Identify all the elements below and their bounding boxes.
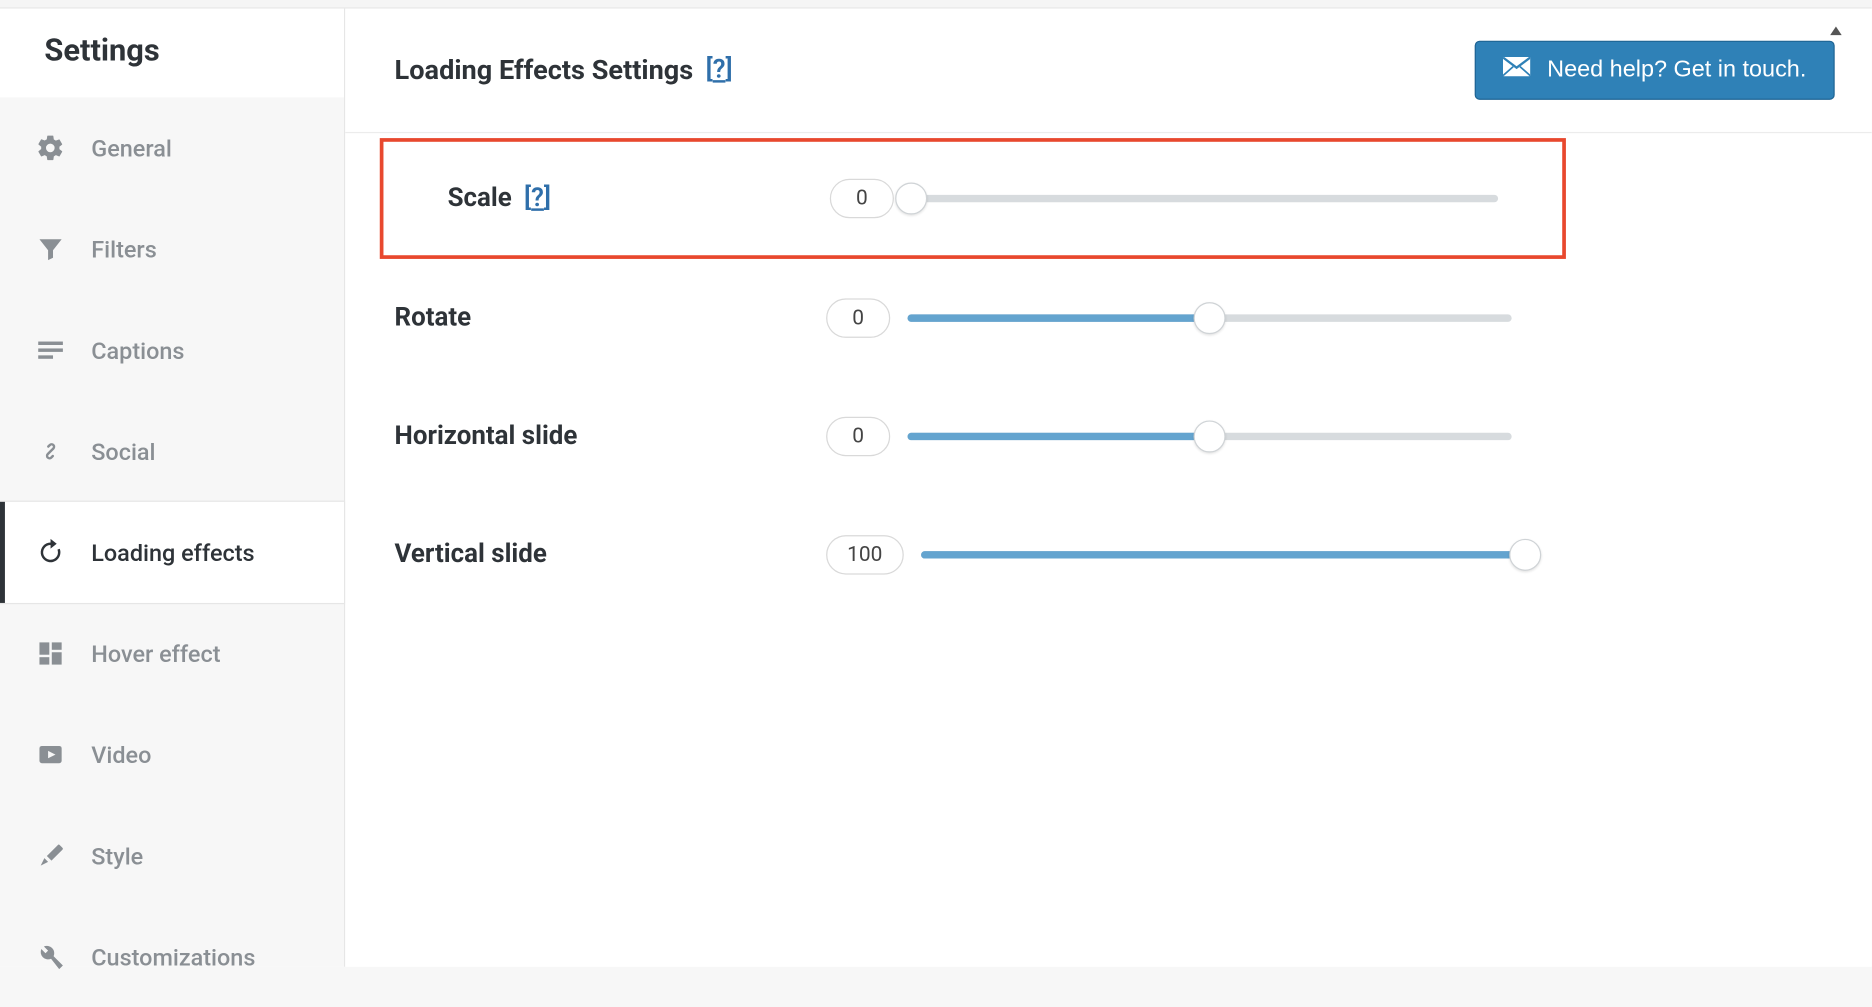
need-help-button[interactable]: Need help? Get in touch. <box>1474 41 1834 100</box>
scale-value[interactable]: 0 <box>830 179 894 218</box>
sidebar-item-label: General <box>91 134 172 162</box>
setting-row-scale: Scale ? 0 <box>448 179 1499 218</box>
setting-label-hslide: Horizontal slide <box>395 422 827 452</box>
setting-row-vertical-slide: Vertical slide 100 <box>345 496 1871 614</box>
sidebar-item-label: Customizations <box>91 943 255 971</box>
title-help-link[interactable]: ? <box>706 55 733 85</box>
rotate-fill <box>907 314 1209 321</box>
sidebar-item-label: Filters <box>91 235 157 263</box>
sidebar: Settings General Filters <box>0 9 345 967</box>
sidebar-title: Settings <box>0 9 344 98</box>
link-icon <box>35 435 67 467</box>
hslide-fill <box>907 433 1209 440</box>
collapse-toggle[interactable] <box>1827 21 1844 44</box>
captions-icon <box>35 334 67 366</box>
scale-thumb[interactable] <box>895 182 927 214</box>
settings-list: Scale ? 0 <box>345 133 1871 614</box>
highlight-box: Scale ? 0 <box>380 138 1566 259</box>
setting-label-scale: Scale ? <box>448 184 830 214</box>
setting-row-horizontal-slide: Horizontal slide 0 <box>345 377 1871 495</box>
scale-slider[interactable]: 0 <box>830 179 1498 218</box>
setting-label-rotate: Rotate <box>395 303 827 333</box>
dashboard-icon <box>35 637 67 669</box>
brush-icon <box>35 840 67 872</box>
setting-row-scale-wrapper: Scale ? 0 <box>395 138 1823 259</box>
filter-icon <box>35 233 67 265</box>
play-icon <box>35 739 67 771</box>
hslide-slider[interactable]: 0 <box>826 417 1822 456</box>
vslide-label-text: Vertical slide <box>395 540 547 570</box>
main-header: Loading Effects Settings ? Need help? Ge… <box>345 9 1871 134</box>
sidebar-item-label: Style <box>91 842 143 870</box>
setting-row-rotate: Rotate 0 <box>345 259 1871 377</box>
sidebar-item-label: Hover effect <box>91 639 220 667</box>
vslide-value[interactable]: 100 <box>826 535 903 574</box>
refresh-icon <box>35 536 67 568</box>
scale-help-link[interactable]: ? <box>524 184 551 214</box>
hslide-track[interactable] <box>907 433 1511 440</box>
envelope-icon <box>1503 57 1530 84</box>
rotate-slider[interactable]: 0 <box>826 298 1822 337</box>
setting-label-vslide: Vertical slide <box>395 540 827 570</box>
vslide-track[interactable] <box>921 551 1525 558</box>
gear-icon <box>35 132 67 164</box>
sidebar-item-loading-effects[interactable]: Loading effects <box>0 502 344 603</box>
scale-label-text: Scale <box>448 184 512 214</box>
hslide-value[interactable]: 0 <box>826 417 890 456</box>
sidebar-item-filters[interactable]: Filters <box>0 199 344 300</box>
rotate-value[interactable]: 0 <box>826 298 890 337</box>
hslide-thumb[interactable] <box>1194 420 1226 452</box>
window-top-stripe <box>0 0 1872 9</box>
vslide-fill <box>921 551 1525 558</box>
rotate-label-text: Rotate <box>395 303 472 333</box>
page-title: Loading Effects Settings ? <box>395 55 733 86</box>
sidebar-item-video[interactable]: Video <box>0 704 344 805</box>
sidebar-item-style[interactable]: Style <box>0 805 344 906</box>
sidebar-item-label: Loading effects <box>91 538 254 566</box>
scale-track[interactable] <box>911 195 1498 202</box>
sidebar-item-label: Video <box>91 740 151 768</box>
vslide-slider[interactable]: 100 <box>826 535 1822 574</box>
sidebar-item-label: Social <box>91 437 155 465</box>
main-panel: Loading Effects Settings ? Need help? Ge… <box>345 9 1871 967</box>
page-title-text: Loading Effects Settings <box>395 55 694 86</box>
sidebar-item-customizations[interactable]: Customizations <box>0 906 344 1007</box>
need-help-label: Need help? Get in touch. <box>1547 57 1806 84</box>
sidebar-item-label: Captions <box>91 336 184 364</box>
sidebar-nav: General Filters Captions <box>0 97 344 1007</box>
sidebar-item-captions[interactable]: Captions <box>0 300 344 401</box>
rotate-track[interactable] <box>907 314 1511 321</box>
wrench-icon <box>35 941 67 973</box>
vslide-thumb[interactable] <box>1509 539 1541 571</box>
sidebar-item-social[interactable]: Social <box>0 401 344 502</box>
hslide-label-text: Horizontal slide <box>395 422 578 452</box>
sidebar-item-general[interactable]: General <box>0 97 344 198</box>
sidebar-item-hover-effect[interactable]: Hover effect <box>0 603 344 704</box>
rotate-thumb[interactable] <box>1194 302 1226 334</box>
